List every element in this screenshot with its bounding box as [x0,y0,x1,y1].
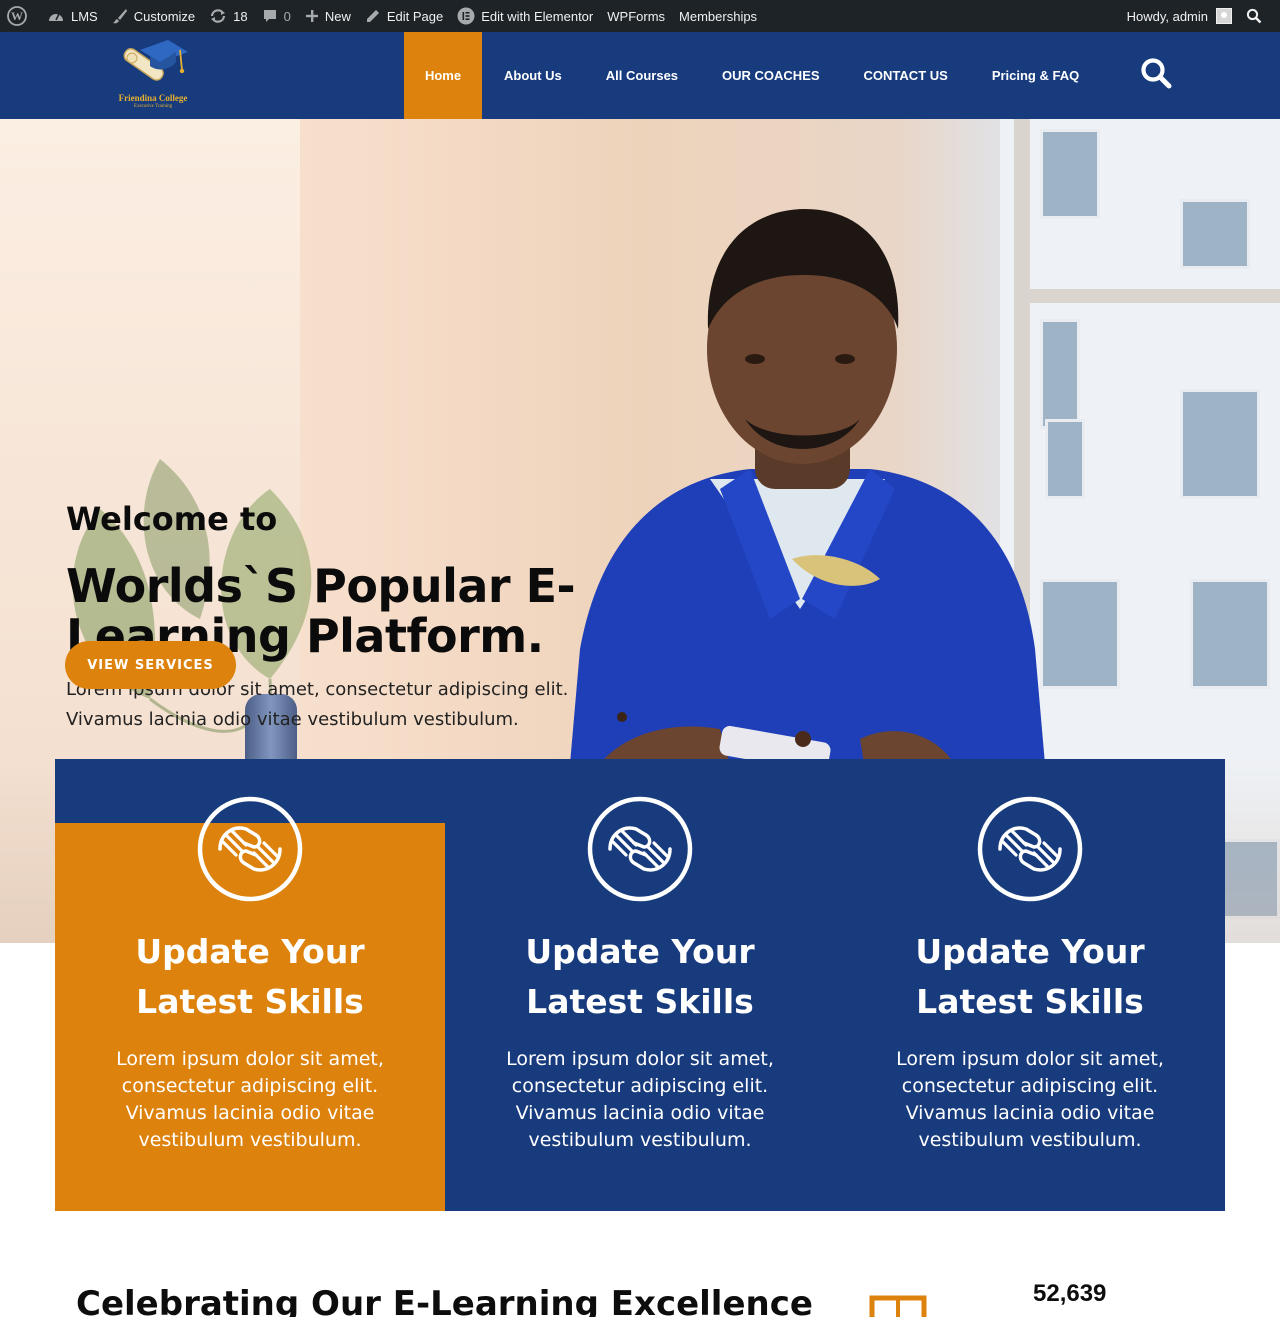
comment-icon [263,10,276,22]
chalkboard-icon [869,1295,927,1317]
elementor-link[interactable]: Edit with Elementor [450,0,600,32]
pencil-icon [366,10,379,22]
updates-link[interactable]: 18 [202,0,254,32]
memberships-label: Memberships [679,8,758,24]
nav-item-pricing-faq[interactable]: Pricing & FAQ [970,32,1101,119]
new-content-link[interactable]: New [298,0,358,32]
svg-text:W: W [11,9,23,23]
feature-title: Update Your Latest Skills [135,932,365,1021]
handshake-icon [977,796,1083,902]
graduation-cap-logo-icon [123,40,188,81]
plus-icon [305,10,318,22]
feature-title: Update Your Latest Skills [525,932,755,1021]
nav-item-our-coaches[interactable]: OUR COACHES [700,32,842,119]
search-icon [1246,8,1262,24]
edit-page-label: Edit Page [386,8,444,24]
feature-description: Lorem ipsum dolor sit amet, consectetur … [116,1048,384,1151]
nav-item-home[interactable]: Home [404,32,482,119]
hero-text-block: Welcome to Worlds`S Popular E-Learning P… [66,497,626,735]
customize-link[interactable]: Customize [105,0,202,32]
hero-welcome: Welcome to [66,500,278,538]
adminbar-search-button[interactable] [1239,0,1280,32]
site-header: Friendina College Executive Training Hom… [0,32,1280,119]
section-heading: Celebrating Our E-Learning Excellence [76,1284,813,1317]
feature-card: Update Your Latest Skills Lorem ipsum do… [55,759,445,1211]
elementor-label: Edit with Elementor [481,8,594,24]
wpforms-label: WPForms [607,8,666,24]
edit-page-link[interactable]: Edit Page [358,0,450,32]
nav-item-contact-us[interactable]: CONTACT US [842,32,970,119]
site-name-label: LMS [71,8,98,24]
feature-description: Lorem ipsum dolor sit amet, consectetur … [896,1048,1164,1151]
new-label: New [324,8,351,24]
header-search-button[interactable] [1139,56,1173,90]
nav-item-about-us[interactable]: About Us [482,32,584,119]
account-menu[interactable]: Howdy, admin [1120,0,1239,32]
comments-count: 0 [283,8,291,24]
brush-icon [112,9,127,24]
features-section: Update Your Latest Skills Lorem ipsum do… [55,759,1225,1211]
dashboard-icon [49,13,63,21]
comments-link[interactable]: 0 [255,0,298,32]
feature-card: Update Your Latest Skills Lorem ipsum do… [445,759,835,1211]
wordpress-logo-button[interactable]: W [0,0,40,32]
window-pane [1190,579,1270,689]
updates-count: 18 [233,8,248,24]
wordpress-icon: W [7,6,27,26]
view-services-button[interactable]: VIEW SERVICES [65,641,236,689]
feature-description: Lorem ipsum dolor sit amet, consectetur … [506,1048,774,1151]
handshake-icon [197,796,303,902]
logo-tagline: Executive Training [133,104,173,109]
avatar [1216,8,1232,24]
window-pane [1180,389,1260,499]
logo-name: Friendina College [118,93,188,103]
customize-label: Customize [133,8,196,24]
elementor-icon [457,7,475,25]
wp-admin-bar: W LMS Customize 18 0 New Edit Page Edit … [0,0,1280,32]
feature-title: Update Your Latest Skills [915,932,1145,1021]
updates-icon [211,9,226,23]
site-logo[interactable]: Friendina College Executive Training [110,36,196,112]
stat-counter: 52,639 [1033,1280,1107,1307]
nav-item-all-courses[interactable]: All Courses [584,32,700,119]
handshake-icon [587,796,693,902]
feature-card: Update Your Latest Skills Lorem ipsum do… [835,759,1225,1211]
wpforms-link[interactable]: WPForms [600,0,672,32]
site-name-link[interactable]: LMS [40,0,105,32]
howdy-label: Howdy, admin [1126,8,1208,24]
window-pane [1180,199,1250,269]
main-navigation: Home About Us All Courses OUR COACHES CO… [404,32,1101,119]
memberships-link[interactable]: Memberships [672,0,764,32]
search-icon [1141,58,1172,89]
